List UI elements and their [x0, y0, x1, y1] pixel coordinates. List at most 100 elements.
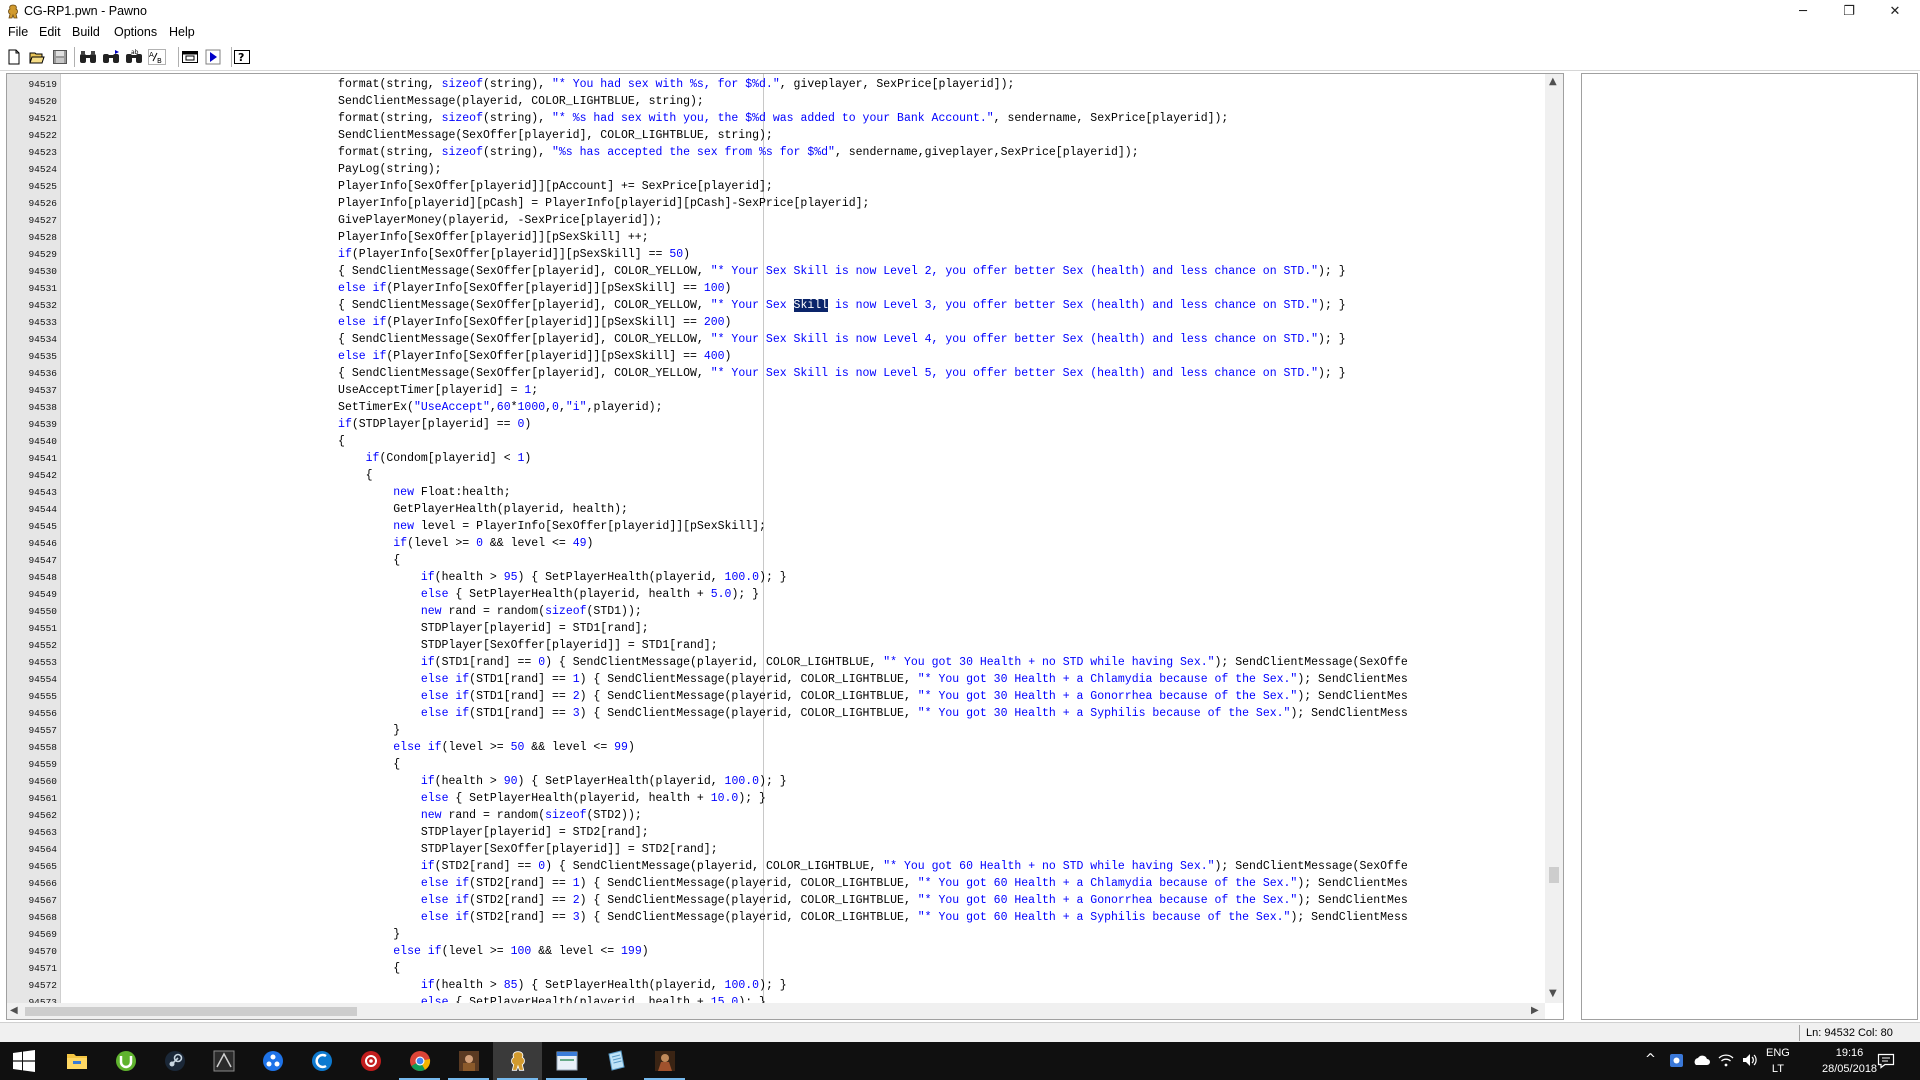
code-line[interactable]: else if(level >= 50 && level <= 99) — [62, 739, 1545, 756]
open-file-button[interactable] — [26, 46, 48, 68]
taskbar-app-ccleaner[interactable] — [297, 1042, 346, 1080]
tray-app-icon[interactable] — [1669, 1053, 1684, 1068]
code-line[interactable]: else if(STD1[rand] == 2) { SendClientMes… — [62, 688, 1545, 705]
taskbar-app-game[interactable] — [444, 1042, 493, 1080]
code-lines[interactable]: format(string, sizeof(string), "* You ha… — [62, 76, 1545, 1003]
code-line[interactable]: else { SetPlayerHealth(playerid, health … — [62, 994, 1545, 1003]
code-line[interactable]: else if(STD2[rand] == 3) { SendClientMes… — [62, 909, 1545, 926]
code-line[interactable]: STDPlayer[SexOffer[playerid]] = STD1[ran… — [62, 637, 1545, 654]
close-button[interactable]: ✕ — [1872, 0, 1918, 23]
menu-help[interactable]: Help — [169, 25, 195, 39]
replace-button[interactable]: ab — [123, 46, 145, 68]
code-line[interactable]: if(health > 85) { SetPlayerHealth(player… — [62, 977, 1545, 994]
code-line[interactable]: else if(PlayerInfo[SexOffer[playerid]][p… — [62, 348, 1545, 365]
replace-all-button[interactable]: AB — [146, 46, 168, 68]
input-language[interactable]: ENG LT — [1766, 1045, 1790, 1077]
code-line[interactable]: else if(PlayerInfo[SexOffer[playerid]][p… — [62, 314, 1545, 331]
code-line[interactable]: if(Condom[playerid] < 1) — [62, 450, 1545, 467]
code-line[interactable]: { — [62, 756, 1545, 773]
code-line[interactable]: PlayerInfo[SexOffer[playerid]][pSexSkill… — [62, 229, 1545, 246]
onedrive-icon[interactable] — [1692, 1054, 1710, 1066]
function-list-button[interactable] — [179, 46, 201, 68]
code-line[interactable]: format(string, sizeof(string), "* You ha… — [62, 76, 1545, 93]
taskbar-app-app-blue[interactable] — [248, 1042, 297, 1080]
code-line[interactable]: PlayerInfo[SexOffer[playerid]][pAccount]… — [62, 178, 1545, 195]
taskbar-app-gta-sa[interactable] — [199, 1042, 248, 1080]
menu-file[interactable]: File — [8, 25, 28, 39]
code-line[interactable]: SendClientMessage(playerid, COLOR_LIGHTB… — [62, 93, 1545, 110]
code-line[interactable]: { — [62, 467, 1545, 484]
action-center-icon[interactable] — [1877, 1053, 1895, 1069]
code-line[interactable]: else if(STD1[rand] == 1) { SendClientMes… — [62, 671, 1545, 688]
code-line[interactable]: PlayerInfo[playerid][pCash] = PlayerInfo… — [62, 195, 1545, 212]
volume-icon[interactable] — [1742, 1053, 1758, 1067]
code-line[interactable]: STDPlayer[SexOffer[playerid]] = STD2[ran… — [62, 841, 1545, 858]
code-line[interactable]: UseAcceptTimer[playerid] = 1; — [62, 382, 1545, 399]
code-line[interactable]: else if(STD1[rand] == 3) { SendClientMes… — [62, 705, 1545, 722]
minimize-button[interactable]: ─ — [1780, 0, 1826, 23]
help-button[interactable]: ? — [231, 46, 253, 68]
code-line[interactable]: new Float:health; — [62, 484, 1545, 501]
horizontal-scroll-thumb[interactable] — [25, 1007, 357, 1016]
code-line[interactable]: } — [62, 926, 1545, 943]
taskbar-app-utorrent[interactable] — [101, 1042, 150, 1080]
taskbar-app-file-explorer[interactable] — [52, 1042, 101, 1080]
code-editor[interactable]: 94519 94520 94521 94522 94523 94524 94525 94526… — [6, 73, 1564, 1020]
code-line[interactable]: SendClientMessage(SexOffer[playerid], CO… — [62, 127, 1545, 144]
tray-overflow-chevron[interactable]: ^ — [1645, 1052, 1656, 1067]
code-line[interactable]: else if(PlayerInfo[SexOffer[playerid]][p… — [62, 280, 1545, 297]
scroll-left-icon[interactable]: ◀ — [10, 1005, 18, 1016]
code-line[interactable]: STDPlayer[playerid] = STD2[rand]; — [62, 824, 1545, 841]
code-line[interactable]: else { SetPlayerHealth(playerid, health … — [62, 586, 1545, 603]
scroll-up-icon[interactable]: ▲ — [1549, 76, 1557, 87]
code-line[interactable]: { SendClientMessage(SexOffer[playerid], … — [62, 297, 1545, 314]
code-line[interactable]: new rand = random(sizeof(STD2)); — [62, 807, 1545, 824]
code-line[interactable]: new level = PlayerInfo[SexOffer[playerid… — [62, 518, 1545, 535]
code-line[interactable]: if(STD1[rand] == 0) { SendClientMessage(… — [62, 654, 1545, 671]
taskbar-app-notepad[interactable] — [591, 1042, 640, 1080]
compile-run-button[interactable] — [202, 46, 224, 68]
start-button[interactable] — [0, 1042, 48, 1080]
code-line[interactable]: else if(level >= 100 && level <= 199) — [62, 943, 1545, 960]
horizontal-scrollbar[interactable]: ◀ ▶ — [7, 1003, 1545, 1019]
scroll-down-icon[interactable]: ▼ — [1549, 988, 1557, 999]
code-line[interactable]: if(STD2[rand] == 0) { SendClientMessage(… — [62, 858, 1545, 875]
vertical-scrollbar[interactable]: ▲ ▼ — [1545, 74, 1563, 1003]
taskbar-app-pawno[interactable] — [493, 1042, 542, 1080]
code-line[interactable]: PayLog(string); — [62, 161, 1545, 178]
code-line[interactable]: format(string, sizeof(string), "%s has a… — [62, 144, 1545, 161]
code-line[interactable]: if(level >= 0 && level <= 49) — [62, 535, 1545, 552]
menu-build[interactable]: Build — [72, 25, 100, 39]
code-line[interactable]: else if(STD2[rand] == 2) { SendClientMes… — [62, 892, 1545, 909]
new-file-button[interactable] — [3, 46, 25, 68]
taskbar-app-app-red[interactable] — [346, 1042, 395, 1080]
save-button[interactable] — [49, 46, 71, 68]
clock[interactable]: 19:16 28/05/2018 — [1822, 1045, 1877, 1077]
code-line[interactable]: { — [62, 552, 1545, 569]
taskbar-app-steam[interactable] — [150, 1042, 199, 1080]
code-line[interactable]: { — [62, 960, 1545, 977]
menu-edit[interactable]: Edit — [39, 25, 61, 39]
code-line[interactable]: else { SetPlayerHealth(playerid, health … — [62, 790, 1545, 807]
code-line[interactable]: } — [62, 722, 1545, 739]
code-line[interactable]: if(PlayerInfo[SexOffer[playerid]][pSexSk… — [62, 246, 1545, 263]
menu-options[interactable]: Options — [114, 25, 157, 39]
code-line[interactable]: if(health > 95) { SetPlayerHealth(player… — [62, 569, 1545, 586]
code-line[interactable]: { SendClientMessage(SexOffer[playerid], … — [62, 365, 1545, 382]
taskbar-app-chrome[interactable] — [395, 1042, 444, 1080]
scroll-right-icon[interactable]: ▶ — [1531, 1005, 1539, 1016]
code-line[interactable]: if(STDPlayer[playerid] == 0) — [62, 416, 1545, 433]
code-line[interactable]: STDPlayer[playerid] = STD1[rand]; — [62, 620, 1545, 637]
wifi-icon[interactable] — [1718, 1053, 1734, 1067]
code-line[interactable]: GetPlayerHealth(playerid, health); — [62, 501, 1545, 518]
code-line[interactable]: { — [62, 433, 1545, 450]
code-line[interactable]: SetTimerEx("UseAccept",60*1000,0,"i",pla… — [62, 399, 1545, 416]
code-line[interactable]: format(string, sizeof(string), "* %s had… — [62, 110, 1545, 127]
code-line[interactable]: if(health > 90) { SetPlayerHealth(player… — [62, 773, 1545, 790]
code-line[interactable]: { SendClientMessage(SexOffer[playerid], … — [62, 263, 1545, 280]
code-line[interactable]: GivePlayerMoney(playerid, -SexPrice[play… — [62, 212, 1545, 229]
code-area[interactable]: format(string, sizeof(string), "* You ha… — [62, 74, 1545, 1003]
code-line[interactable]: new rand = random(sizeof(STD1)); — [62, 603, 1545, 620]
code-line[interactable]: { SendClientMessage(SexOffer[playerid], … — [62, 331, 1545, 348]
taskbar-app-window-app[interactable] — [542, 1042, 591, 1080]
